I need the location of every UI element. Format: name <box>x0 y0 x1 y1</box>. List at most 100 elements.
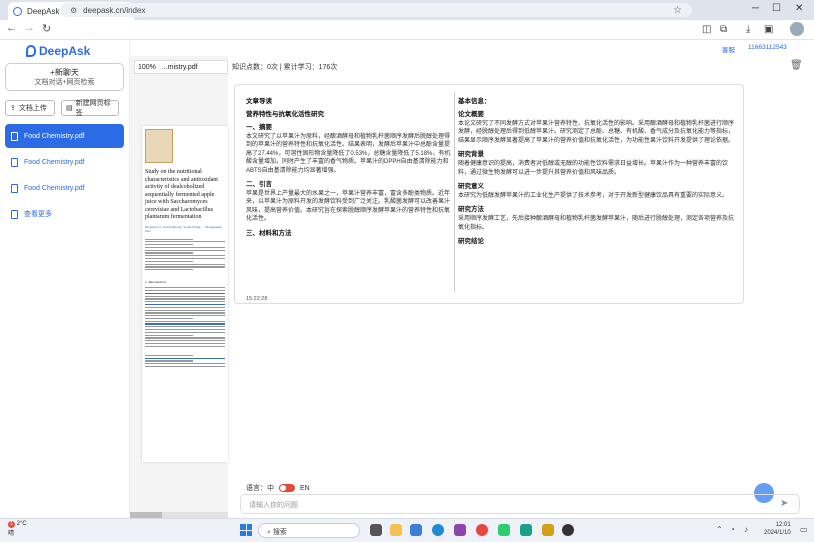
pdf-toolbar: 100% ...mistry.pdf <box>134 60 228 74</box>
pdf-paper-title: Study on the nutritional characteristics… <box>145 169 218 220</box>
section-methods-heading: 三、材料和方法 <box>246 229 292 237</box>
clock-date: 2024/1/10 <box>764 530 791 536</box>
minimize-button[interactable]: ─ <box>752 3 759 14</box>
profile-avatar[interactable] <box>790 22 804 36</box>
basic-info-column: 基本信息： 论文概要 本论文研究了不同发酵方式对苹果汁营养特性、抗氧化活性的影响… <box>458 92 738 294</box>
app-icon[interactable] <box>454 524 466 536</box>
lang-zh-label: 语言：中 <box>246 485 274 492</box>
column-divider <box>454 92 455 292</box>
pdf-authors: Hongxia Li, Jianxi Huang, Yuqin Wang, ..… <box>145 224 222 233</box>
document-icon <box>11 209 18 219</box>
volume-icon[interactable]: ♪ <box>744 525 748 534</box>
pdf-abstract-block <box>145 238 225 271</box>
reload-icon[interactable]: ↻ <box>42 22 51 35</box>
pdf-zoom[interactable]: 100% <box>138 64 156 71</box>
file-explorer-icon[interactable] <box>390 524 402 536</box>
notification-icon[interactable]: ▭ <box>800 525 808 534</box>
app3-icon[interactable] <box>542 524 554 536</box>
pdf-page: Study on the nutritional characteristics… <box>142 126 228 462</box>
task-view-icon[interactable] <box>370 524 382 536</box>
windows-taskbar <box>0 518 814 542</box>
web-icon: ▤ <box>66 105 73 112</box>
pdf-body-text <box>145 287 225 347</box>
tray-chevron-icon[interactable]: ⌃ <box>716 525 723 534</box>
file-label: Food Chemistry.pdf <box>24 184 85 192</box>
file-label: Food Chemistry.pdf <box>24 158 85 166</box>
language-toggle: 语言：中 EN <box>246 483 310 493</box>
deepask-logo[interactable]: DeepAsk <box>26 44 90 58</box>
new-web-tab-button[interactable]: ▤ 新建网页标签 <box>61 100 119 117</box>
puzzle-icon[interactable]: ⧉ <box>720 24 727 35</box>
document-icon <box>11 131 18 141</box>
upload-icon: ⇪ <box>10 105 16 112</box>
background-heading: 研究背景 <box>458 151 484 159</box>
new-chat-button[interactable]: +新聊天 文档对话+网页检索 <box>5 63 124 91</box>
file-label: Food Chemistry.pdf <box>24 132 85 140</box>
view-more-label: 查看更多 <box>24 211 52 218</box>
message-timestamp: 15:22:28 <box>246 296 268 302</box>
section-abstract-heading: 一、摘要 <box>246 124 272 131</box>
weather-badge-icon: 1 <box>8 521 15 528</box>
view-more-link[interactable]: 查看更多 <box>5 202 124 226</box>
media-player-icon[interactable] <box>562 524 574 536</box>
download-icon[interactable]: ⤓ <box>746 24 750 35</box>
elsevier-logo <box>145 129 173 163</box>
overview-text: 本论文研究了不同发酵方式对苹果汁营养特性、抗氧化活性的影响。采用酿酒酵母和植物乳… <box>458 121 735 144</box>
address-bar-row <box>0 20 814 40</box>
guide-heading: 文章导读 <box>246 98 272 105</box>
weather-widget[interactable]: 1 2°C 晴 <box>8 521 27 537</box>
forward-icon[interactable]: → <box>24 22 35 34</box>
web-label: 新建网页标签 <box>75 100 111 117</box>
conclusion-heading: 研究结论 <box>458 238 484 246</box>
site-info-icon[interactable]: ⚙ <box>70 6 77 15</box>
sidebar-toggle-icon[interactable]: ▣ <box>764 24 773 35</box>
document-icon <box>11 157 18 167</box>
pdf-footnotes <box>145 354 225 368</box>
trash-icon[interactable]: 🗑 <box>790 60 803 71</box>
extension-icon[interactable]: ◫ <box>702 24 711 35</box>
clock-time: 12:01 <box>775 522 791 528</box>
logo-icon <box>26 45 36 57</box>
windows-start-icon[interactable] <box>240 524 252 536</box>
taskbar-search[interactable]: ⌕ 搜索 <box>258 523 360 538</box>
sidebar-file-item[interactable]: Food Chemistry.pdf <box>5 150 124 174</box>
section-intro-text: 苹果是世界上产量最大的水果之一，苹果汁营养丰富，富含多酚类物质。近年来，以苹果汁… <box>246 191 451 223</box>
overview-heading: 论文概要 <box>458 111 484 118</box>
sidebar-file-item[interactable]: Food Chemistry.pdf <box>5 176 124 200</box>
document-icon <box>11 183 18 193</box>
new-chat-label: +新聊天 <box>50 68 79 77</box>
new-chat-sublabel: 文档对话+网页检索 <box>34 79 95 86</box>
send-icon[interactable]: ➤ <box>780 498 788 509</box>
support-link[interactable]: 客服 <box>722 44 735 54</box>
learning-stats: 知识点数：0次 | 累计学习：176次 <box>232 64 338 71</box>
lang-en-label: EN <box>300 484 310 492</box>
wechat-icon[interactable] <box>498 524 510 536</box>
user-id[interactable]: 11663112543 <box>748 44 787 51</box>
section-intro-heading: 二、引言 <box>246 181 272 189</box>
taskbar-search-label: 搜索 <box>272 529 287 536</box>
sidebar-file-item[interactable]: Food Chemistry.pdf <box>5 124 124 148</box>
edge-icon[interactable] <box>432 524 444 536</box>
network-icon[interactable]: ◔ <box>730 525 735 534</box>
back-icon[interactable]: ← <box>6 22 17 34</box>
taskbar-clock[interactable]: 12:01 2024/1/10 <box>764 521 791 537</box>
deepask-favicon-icon <box>13 6 22 16</box>
bookmark-star-icon[interactable]: ☆ <box>673 5 682 16</box>
url-bar[interactable]: ⚙ deepask.cn/index ☆ <box>60 3 692 17</box>
language-switch[interactable] <box>279 484 295 492</box>
upload-document-button[interactable]: ⇪ 文档上传 <box>5 100 55 116</box>
url-text: deepask.cn/index <box>83 5 146 15</box>
weather-temp: 2°C <box>16 521 27 527</box>
upload-label: 文档上传 <box>18 105 47 112</box>
methods-text: 采用顺序发酵工艺，先后接种酿酒酵母和植物乳杆菌发酵苹果汁，随后进行脱醇处理，测定… <box>458 216 735 231</box>
pdf-section-heading: 1. Introduction <box>145 280 166 285</box>
maximize-button[interactable]: ☐ <box>772 3 781 14</box>
mail-icon[interactable] <box>410 524 422 536</box>
chat-input[interactable]: 请输入你的问题 <box>240 494 800 514</box>
section-abstract-text: 本文研究了以苹果汁为原料，经酿酒酵母和植物乳杆菌顺序发酵后脱醇处理得到的苹果汁的… <box>246 134 451 174</box>
chrome-icon[interactable] <box>476 524 488 536</box>
close-window-button[interactable]: ✕ <box>795 3 803 14</box>
app2-icon[interactable] <box>520 524 532 536</box>
pdf-filename: ...mistry.pdf <box>161 63 198 71</box>
info-heading: 基本信息： <box>458 98 491 105</box>
